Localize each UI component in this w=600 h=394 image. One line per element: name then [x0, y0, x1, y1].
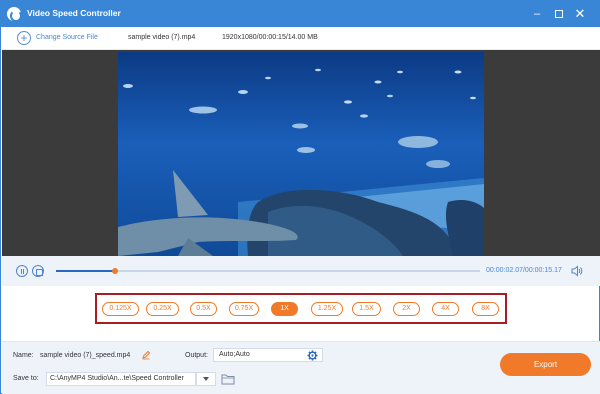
maximize-icon[interactable]	[551, 6, 567, 22]
title-bar: Video Speed Controller – ✕	[1, 1, 600, 27]
time-display: 00:00:02.07/00:00:15.17	[486, 267, 562, 274]
speed-option-button[interactable]: 2X	[393, 302, 420, 316]
source-file-name: sample video (7).mp4	[128, 34, 196, 41]
video-frame	[118, 52, 484, 256]
output-label: Output:	[185, 352, 208, 359]
minimize-icon[interactable]: –	[529, 6, 545, 22]
change-source-button[interactable]: Change Source File	[36, 34, 98, 41]
progress-track[interactable]	[56, 268, 480, 274]
output-name: sample video (7)_speed.mp4	[40, 352, 131, 359]
progress-handle[interactable]	[112, 268, 119, 274]
close-icon[interactable]: ✕	[572, 6, 588, 22]
window-title: Video Speed Controller	[27, 8, 121, 18]
speed-options-panel: 0.125X 0.25X 0.5X 0.75X 1X 1.25X 1.5X 2X 4X 8X	[95, 293, 507, 324]
name-label: Name:	[13, 352, 34, 359]
stop-icon[interactable]	[32, 265, 44, 277]
progress-fill	[56, 270, 116, 272]
output-settings: Name: sample video (7)_speed.mp4 Output:…	[2, 341, 600, 394]
speed-option-button[interactable]: 1.5X	[352, 302, 381, 316]
edit-icon[interactable]	[141, 350, 151, 360]
app-window: Video Speed Controller – ✕ + Change Sour…	[0, 0, 600, 394]
speed-option-button[interactable]: 0.5X	[190, 302, 217, 316]
video-preview-area	[2, 50, 600, 256]
app-logo-icon	[7, 7, 22, 22]
add-file-icon[interactable]: +	[17, 31, 31, 45]
speed-option-button[interactable]: 0.25X	[146, 302, 179, 316]
folder-icon[interactable]	[221, 373, 235, 385]
speed-option-button[interactable]: 1X	[271, 302, 298, 316]
source-file-meta: 1920x1080/00:00:15/14.00 MB	[222, 34, 318, 41]
save-path-field[interactable]: C:\AnyMP4 Studio\An...te\Speed Controlle…	[46, 372, 196, 386]
pause-icon[interactable]	[16, 265, 28, 277]
speed-option-button[interactable]: 1.25X	[311, 302, 343, 316]
speed-option-button[interactable]: 8X	[472, 302, 499, 316]
volume-icon[interactable]	[571, 265, 583, 277]
speed-option-button[interactable]: 0.125X	[102, 302, 139, 316]
chevron-down-icon[interactable]	[196, 372, 216, 386]
toolbar: + Change Source File sample video (7).mp…	[2, 27, 600, 50]
speed-option-button[interactable]: 4X	[432, 302, 459, 316]
gear-icon[interactable]	[307, 350, 318, 361]
underwater-scene-image	[118, 52, 484, 256]
speed-option-button[interactable]: 0.75X	[229, 302, 259, 316]
export-button[interactable]: Export	[500, 353, 591, 376]
save-to-label: Save to:	[13, 375, 39, 382]
playback-bar: 00:00:02.07/00:00:15.17	[2, 256, 600, 286]
